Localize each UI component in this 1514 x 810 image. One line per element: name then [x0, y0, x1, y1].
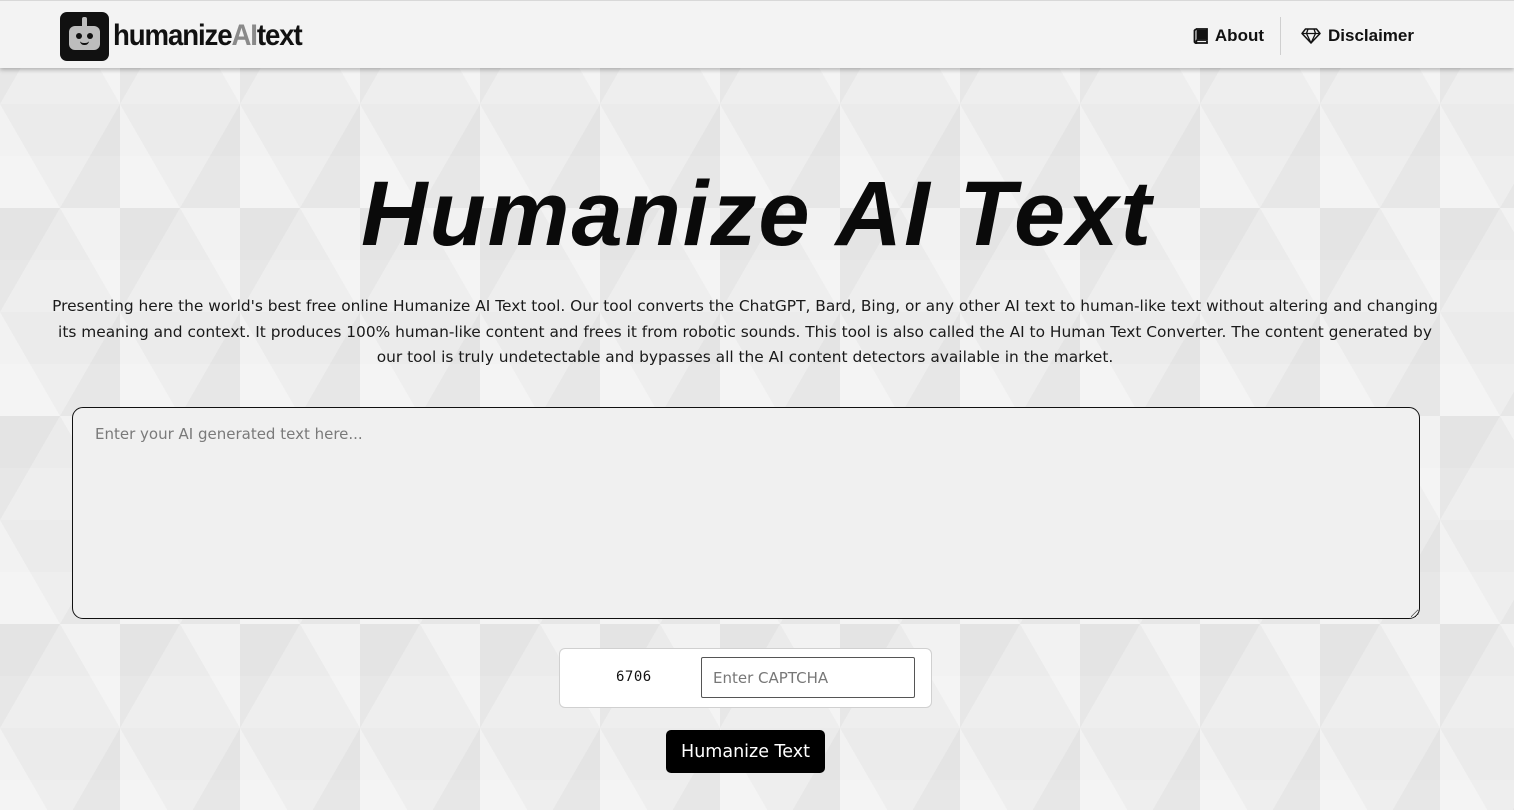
logo-wordmark: humanizeAItext	[113, 19, 303, 52]
captcha-input[interactable]	[701, 657, 915, 698]
humanize-text-button[interactable]: Humanize Text	[666, 730, 825, 773]
nav-disclaimer-link[interactable]: Disclaimer	[1281, 17, 1414, 55]
robot-icon	[60, 11, 109, 61]
nav-about-label: About	[1214, 26, 1264, 45]
nav-about-link[interactable]: About	[1177, 17, 1280, 55]
captcha-panel: 6706	[559, 648, 932, 708]
diamond-icon	[1301, 28, 1321, 44]
intro-paragraph: Presenting here the world's best free on…	[52, 297, 1438, 366]
nav-disclaimer-label: Disclaimer	[1328, 26, 1414, 45]
site-header: humanizeAItext About Disclaimer	[0, 0, 1514, 68]
site-logo[interactable]: humanizeAItext	[60, 11, 318, 61]
book-icon	[1193, 28, 1208, 44]
page-title: Humanize AI Text	[361, 163, 1153, 265]
captcha-code: 6706	[616, 669, 652, 685]
ai-text-input[interactable]	[72, 407, 1420, 619]
main-nav: About Disclaimer	[1177, 17, 1414, 55]
